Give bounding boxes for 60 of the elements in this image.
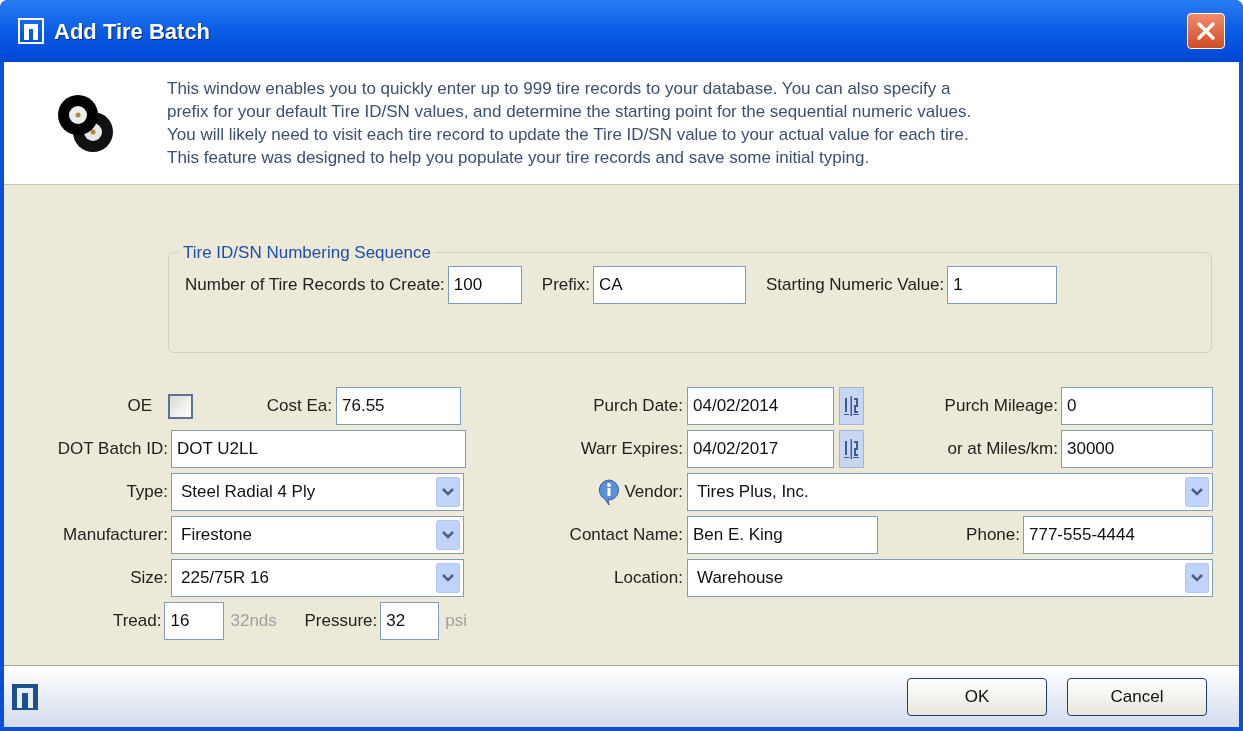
text-field[interactable]: 32 — [380, 602, 440, 640]
unit-label: psi — [445, 610, 467, 633]
chevron-down-icon — [436, 520, 460, 550]
chevron-down-icon — [436, 563, 460, 593]
text-field[interactable]: 777-555-4444 — [1023, 516, 1213, 554]
text-field[interactable]: Ben E. King — [687, 516, 878, 554]
field-label: Cost Ea: — [265, 395, 332, 418]
dropdown[interactable]: Steel Radial 4 Ply — [171, 473, 464, 511]
dropdown[interactable]: Firestone — [171, 516, 464, 554]
dropdown[interactable]: Tires Plus, Inc. — [687, 473, 1213, 511]
unit-label: 32nds — [230, 610, 278, 633]
field-label: Vendor: — [624, 481, 683, 504]
field-label: Purch Mileage: — [943, 395, 1058, 418]
window-title: Add Tire Batch — [54, 17, 212, 46]
text-field[interactable]: 04/02/2017 — [687, 430, 834, 468]
calendar-button[interactable] — [839, 387, 864, 425]
field-label: Warr Expires: — [579, 438, 683, 461]
calendar-icon — [843, 438, 860, 460]
calendar-icon — [843, 395, 860, 417]
field-label: Tread: — [111, 610, 162, 633]
field-label: Size: — [129, 567, 168, 590]
close-button[interactable] — [1187, 13, 1225, 49]
field-label: Pressure: — [304, 610, 378, 633]
tires-icon — [55, 92, 116, 154]
info-icon — [597, 478, 622, 506]
text-field[interactable]: 0 — [1061, 387, 1213, 425]
field-label: Manufacturer: — [62, 524, 168, 547]
chevron-down-icon — [1185, 563, 1209, 593]
dropdown[interactable]: 225/75R 16 — [171, 559, 464, 597]
field-label: DOT Batch ID: — [56, 438, 168, 461]
text-field[interactable]: 76.55 — [336, 387, 461, 425]
field-label: or at Miles/km: — [946, 438, 1058, 461]
text-field[interactable]: 1 — [947, 265, 1058, 304]
dialog-button[interactable]: OK — [907, 677, 1047, 716]
text-field[interactable]: 30000 — [1061, 430, 1213, 468]
close-icon — [1196, 21, 1216, 41]
checkbox[interactable] — [168, 393, 193, 419]
dialog-button[interactable]: Cancel — [1067, 677, 1207, 716]
field-label: Number of Tire Records to Create: — [185, 273, 445, 296]
calendar-button[interactable] — [839, 430, 864, 468]
field-label: OE — [126, 395, 152, 418]
text-field[interactable]: 100 — [447, 265, 522, 304]
text-field[interactable]: CA — [593, 265, 746, 304]
app-logo-icon — [18, 18, 44, 44]
chevron-down-icon — [436, 477, 460, 507]
app-logo-icon — [12, 683, 38, 710]
field-label: Purch Date: — [592, 395, 683, 418]
description-text: This window enables you to quickly enter up to 999 tire records to your database. You can also specify a prefix for your default Tire ID/SN values, and determine the starting point for the sequential numeric values. You will likely need to visit each tire record to update the Tire ID/SN value to your actual value for each tire. This feature was designed to help you populate your tire records and save some initial typing. — [167, 78, 972, 169]
text-field[interactable]: 16 — [164, 602, 225, 640]
field-label: Starting Numeric Value: — [766, 273, 945, 296]
text-field[interactable]: 04/02/2014 — [687, 387, 834, 425]
chevron-down-icon — [1185, 477, 1209, 507]
field-label: Contact Name: — [568, 524, 683, 547]
field-label: Type: — [125, 481, 168, 504]
dropdown[interactable]: Warehouse — [687, 559, 1213, 597]
field-label: Phone: — [965, 524, 1020, 547]
field-label: Location: — [613, 567, 683, 590]
field-label: Prefix: — [541, 273, 590, 296]
group-title: Tire ID/SN Numbering Sequence — [182, 242, 432, 264]
text-field[interactable]: DOT U2LL — [171, 430, 466, 468]
